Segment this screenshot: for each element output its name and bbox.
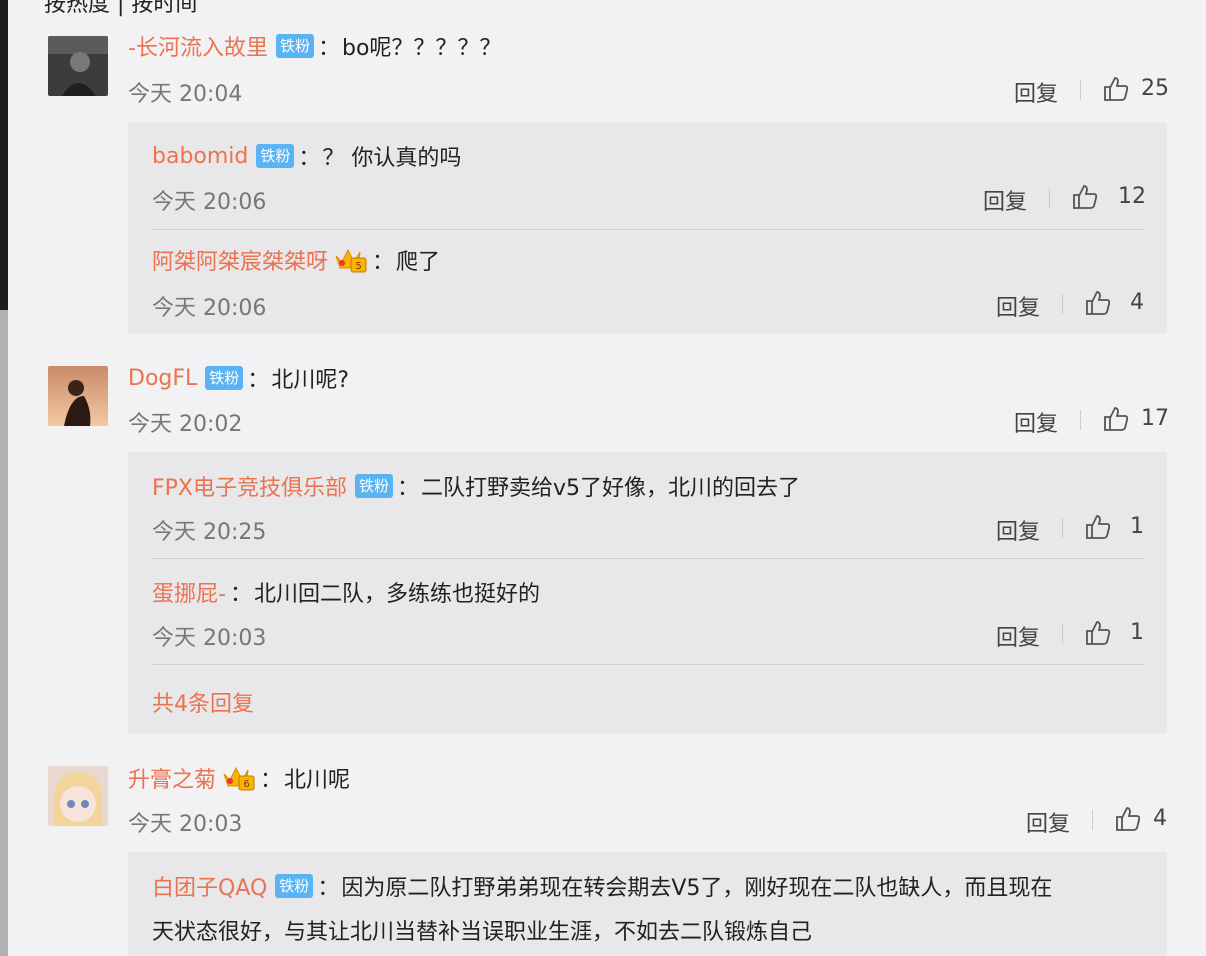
reply-text-line-2: 天状态很好，与其让北川当替补当误职业生涯，不如去二队锻炼自己	[152, 920, 813, 945]
like-count: 4	[1153, 806, 1167, 831]
reply-divider	[152, 229, 1144, 230]
fan-badge[interactable]: 铁粉	[275, 874, 314, 898]
colon: ：	[317, 876, 340, 901]
reply-username[interactable]: babomid	[152, 144, 248, 169]
colon: ：	[372, 250, 395, 275]
colon: ：	[397, 476, 420, 501]
like-count: 17	[1141, 406, 1169, 431]
thumbs-up-icon[interactable]	[1114, 805, 1142, 833]
reply-text: ？ 你认真的吗	[322, 146, 462, 171]
reply-divider	[152, 664, 1144, 665]
reply-button[interactable]: 回复	[996, 620, 1040, 652]
reply-username[interactable]: 蛋挪屁-	[152, 576, 226, 608]
comment-time: 今天 20:04	[128, 82, 243, 107]
comment-time: 今天 20:03	[128, 812, 243, 837]
fan-badge[interactable]: 铁粉	[275, 34, 314, 58]
reply-text: 二队打野卖给v5了好像，北川的回去了	[421, 476, 801, 501]
sort-tabs-cut[interactable]: 按热度 | 按时间	[44, 0, 197, 18]
divider	[1080, 410, 1081, 430]
svg-text:6: 6	[243, 779, 249, 790]
svg-text:5: 5	[355, 261, 361, 272]
reply-text-line-1: 因为原二队打野弟弟现在转会期去V5了，刚好现在二队也缺人，而且现在	[341, 876, 1053, 901]
avatar[interactable]	[48, 36, 108, 96]
divider	[1062, 518, 1063, 538]
reply-divider	[152, 558, 1144, 559]
avatar-image-icon	[48, 366, 108, 426]
fan-badge[interactable]: 铁粉	[355, 474, 394, 498]
fan-badge[interactable]: 铁粉	[205, 366, 244, 390]
fan-badge[interactable]: 铁粉	[256, 144, 295, 168]
thumbs-up-icon[interactable]	[1084, 289, 1112, 317]
comment-time: 今天 20:02	[128, 412, 243, 437]
crown-badge-icon[interactable]: 5	[334, 246, 368, 274]
like-count: 12	[1118, 184, 1146, 209]
divider	[1049, 188, 1050, 208]
reply-button[interactable]: 回复	[1014, 406, 1058, 438]
reply-time: 今天 20:25	[152, 520, 267, 545]
thumbs-up-icon[interactable]	[1084, 619, 1112, 647]
more-replies-link[interactable]: 共4条回复	[152, 686, 254, 718]
like-count: 1	[1130, 514, 1144, 539]
comment-text: 北川呢?	[271, 368, 349, 393]
reply-button[interactable]: 回复	[983, 184, 1027, 216]
reply-time: 今天 20:06	[152, 296, 267, 321]
thumbs-up-icon[interactable]	[1084, 513, 1112, 541]
reply-text: 爬了	[396, 250, 441, 275]
thumbs-up-icon[interactable]	[1102, 75, 1130, 103]
left-edge-strip	[0, 0, 8, 310]
reply-username[interactable]: 阿桀阿桀宸桀桀呀	[152, 244, 328, 276]
colon: ：	[229, 582, 252, 607]
reply-button[interactable]: 回复	[996, 514, 1040, 546]
avatar[interactable]	[48, 766, 108, 826]
left-edge-strip-lower	[0, 310, 8, 956]
colon: ：	[247, 368, 270, 393]
divider	[1092, 810, 1093, 830]
reply-button[interactable]: 回复	[1014, 76, 1058, 108]
username[interactable]: DogFL	[128, 366, 197, 391]
comment-text: 北川呢	[284, 768, 351, 793]
thumbs-up-icon[interactable]	[1102, 405, 1130, 433]
like-count: 4	[1130, 290, 1144, 315]
divider	[1080, 80, 1081, 100]
like-count: 1	[1130, 620, 1144, 645]
comment-text: bo呢？？？？？	[341, 36, 502, 61]
colon: ：	[298, 146, 321, 171]
username[interactable]: 升膏之菊	[128, 762, 216, 794]
reply-text: 北川回二队，多练练也挺好的	[253, 582, 540, 607]
reply-time: 今天 20:06	[152, 190, 267, 215]
divider	[1062, 294, 1063, 314]
avatar-image-icon	[48, 36, 108, 96]
thumbs-up-icon[interactable]	[1071, 183, 1099, 211]
reply-button[interactable]: 回复	[1026, 806, 1070, 838]
like-count: 25	[1141, 76, 1169, 101]
avatar[interactable]	[48, 366, 108, 426]
reply-username[interactable]: 白团子QAQ	[152, 870, 267, 902]
colon: ：	[260, 768, 283, 793]
reply-button[interactable]: 回复	[996, 290, 1040, 322]
reply-time: 今天 20:03	[152, 626, 267, 651]
divider	[1062, 624, 1063, 644]
avatar-image-icon	[48, 766, 108, 826]
colon: ：	[317, 36, 340, 61]
crown-badge-icon[interactable]: 6	[222, 764, 256, 792]
reply-username[interactable]: FPX电子竞技俱乐部	[152, 470, 347, 502]
username[interactable]: -长河流入故里	[128, 30, 268, 62]
